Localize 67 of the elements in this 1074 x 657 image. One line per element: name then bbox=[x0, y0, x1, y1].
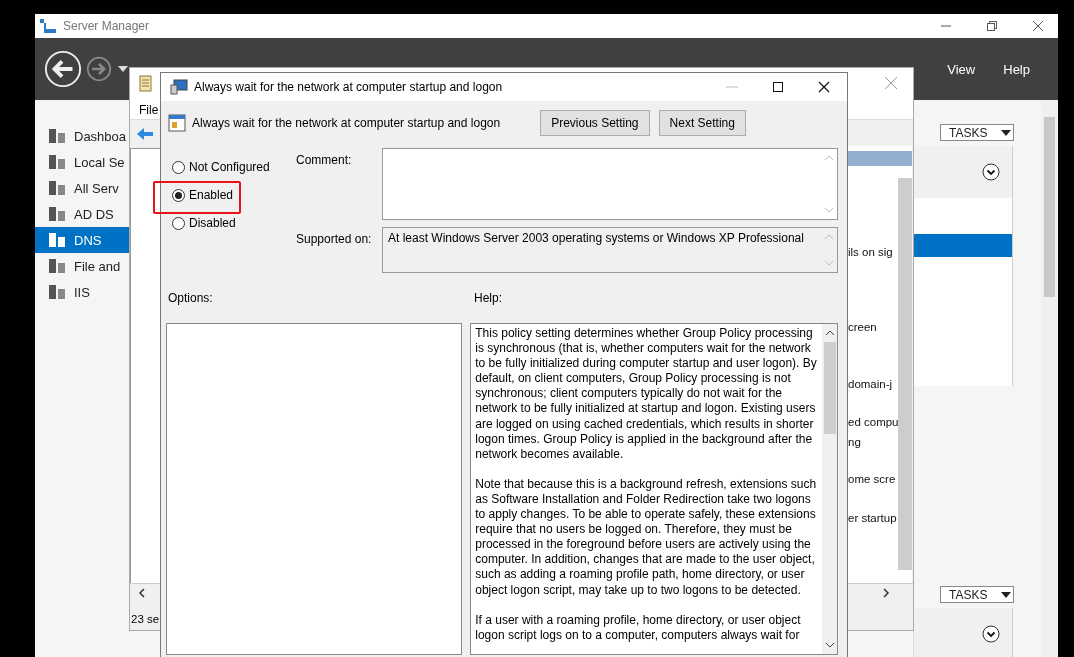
back-icon[interactable] bbox=[44, 50, 82, 88]
restore-icon[interactable] bbox=[986, 20, 998, 32]
supported-on-field: At least Windows Server 2003 operating systems or Windows XP Professional bbox=[382, 227, 838, 273]
menu-item[interactable]: File bbox=[139, 103, 159, 117]
server-icon bbox=[48, 283, 66, 301]
computer-icon bbox=[170, 79, 188, 95]
scrollbar[interactable] bbox=[1041, 100, 1058, 657]
scroll-down-icon[interactable] bbox=[824, 642, 835, 648]
maximize-icon[interactable] bbox=[772, 81, 784, 93]
sidebar-item[interactable]: All Serv bbox=[35, 175, 129, 201]
caret-icon bbox=[1001, 129, 1012, 136]
scrollbar[interactable] bbox=[822, 324, 837, 654]
radio-option[interactable]: Disabled bbox=[172, 214, 236, 232]
server-manager-icon bbox=[39, 18, 57, 34]
dropdown-caret-icon[interactable] bbox=[118, 66, 128, 72]
expand-chevron-icon[interactable] bbox=[982, 163, 1000, 181]
menu-item[interactable]: View bbox=[947, 61, 976, 77]
expand-chevron-icon[interactable] bbox=[982, 625, 1000, 643]
server-icon bbox=[48, 179, 66, 197]
sidebar-item[interactable]: IIS bbox=[35, 279, 129, 305]
scroll-icon bbox=[138, 75, 154, 93]
field-label: Supported on: bbox=[296, 231, 373, 248]
section-label: Options: bbox=[168, 291, 214, 305]
scroll-up-icon[interactable] bbox=[824, 330, 835, 336]
tasks-button[interactable]: TASKS bbox=[940, 586, 1014, 603]
list-row[interactable]: ils on sig bbox=[848, 246, 893, 258]
caret-icon bbox=[1001, 591, 1012, 598]
window-title: Always wait for the network at computer startup and logon bbox=[194, 80, 503, 94]
scroll-thumb[interactable] bbox=[823, 342, 836, 434]
setting-icon bbox=[168, 114, 186, 132]
sidebar-item[interactable]: Local Se bbox=[35, 149, 129, 175]
server-icon bbox=[48, 153, 66, 171]
help-paragraph: This policy setting determines whether Group Policy processing is synchronous (that is, whether computers wait for the network to be fully initialized during computer startup and user logon). By default, on client computers, Group Policy processing is not synchronous; client computers typically do not wait for the network to be fully initialized at startup and logon. Existing users are logged on using cached credentials, which results in shorter logon times. Group Policy is applied in the background after the network becomes available. bbox=[475, 326, 818, 462]
list-row[interactable]: er startup bbox=[848, 512, 897, 524]
radio-option[interactable]: Not Configured bbox=[172, 158, 270, 176]
help-paragraph: Note that because this is a background refresh, extensions such as Software Installation and Folder Redirection take two logons to apply changes. To be able to operate safely, these extensions require that no users be logged on. Therefore, they must be processed in the foreground before users are actively using the computer. In addition, changes that are made to the user object, such as adding a roaming profile path, home directory, or user object logon script, may take up to two logons to be detected. bbox=[475, 476, 818, 598]
scroll-left-icon[interactable] bbox=[138, 588, 146, 598]
close-icon[interactable] bbox=[818, 81, 830, 93]
list-row[interactable]: domain-j bbox=[848, 378, 893, 390]
radio-option[interactable]: Enabled bbox=[172, 186, 234, 204]
scroll-right-icon[interactable] bbox=[882, 588, 890, 598]
setting-nav-button[interactable]: Next Setting bbox=[658, 110, 746, 136]
sidebar-item[interactable]: AD DS bbox=[35, 201, 129, 227]
scrollbar[interactable] bbox=[898, 178, 912, 570]
server-icon bbox=[48, 205, 66, 223]
list-row[interactable]: ed compu bbox=[848, 416, 899, 428]
sidebar-item[interactable]: Dashboa bbox=[35, 123, 129, 149]
list-row[interactable]: creen bbox=[848, 321, 877, 333]
setting-nav-button[interactable]: Previous Setting bbox=[540, 110, 650, 136]
tasks-button[interactable]: TASKS bbox=[940, 124, 1014, 141]
field-label: Comment: bbox=[296, 152, 353, 169]
section-label: Help: bbox=[474, 291, 502, 305]
sidebar-item[interactable]: File and bbox=[35, 253, 129, 279]
forward-icon[interactable] bbox=[86, 56, 112, 82]
server-icon bbox=[48, 231, 66, 249]
list-row[interactable]: ng bbox=[848, 436, 861, 448]
setting-name: Always wait for the network at computer startup and logon bbox=[192, 116, 501, 130]
server-icon bbox=[48, 257, 66, 275]
help-paragraph: If a user with a roaming profile, home directory, or user object logon script logs on to a computer, computers always wait for bbox=[475, 612, 802, 643]
back-arrow-icon[interactable] bbox=[136, 126, 154, 141]
window-title: Server Manager bbox=[63, 19, 150, 33]
sidebar-item[interactable]: DNS bbox=[35, 227, 129, 253]
server-icon bbox=[48, 127, 66, 145]
menu-item[interactable]: Help bbox=[1003, 61, 1030, 77]
close-icon[interactable] bbox=[1032, 20, 1044, 32]
list-row[interactable]: ome scre bbox=[848, 473, 896, 485]
status-text: 23 se bbox=[131, 613, 160, 625]
